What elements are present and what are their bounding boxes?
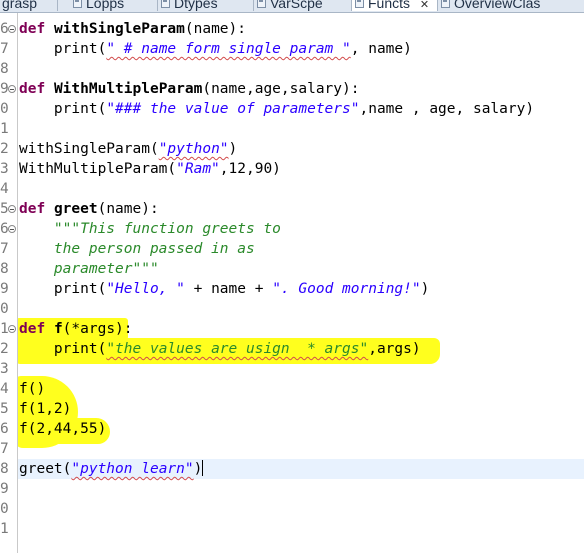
code-text: print( — [19, 101, 107, 117]
close-tab-icon[interactable]: ✕ — [420, 0, 429, 11]
python-file-icon — [161, 0, 170, 8]
code-line[interactable]: def WithMultipleParam(name,age,salary): — [19, 79, 359, 99]
line-number: 6 — [0, 421, 9, 437]
python-file-icon — [257, 0, 266, 8]
python-file-icon — [441, 0, 450, 8]
line-number: 7 — [0, 241, 9, 257]
docstring-line[interactable]: """This function greets to — [19, 219, 281, 239]
string-literal: "Hello, " — [106, 281, 185, 297]
code-text: ) — [420, 281, 430, 297]
code-text: print( — [19, 41, 107, 57]
string-literal: " # name form single param " — [106, 41, 351, 57]
tab-label: VarScpe — [270, 0, 323, 11]
string-literal: "python" — [158, 141, 229, 157]
function-name: f — [53, 321, 63, 337]
string-literal: "the values are usign * args" — [106, 341, 369, 357]
code-text: WithMultipleParam( — [19, 161, 177, 177]
function-name: withSingleParam — [53, 21, 185, 37]
tab-overviewclas[interactable]: OverviewClas — [438, 0, 584, 11]
tab-label: Dtypes — [174, 0, 218, 11]
code-line[interactable]: print(" # name form single param ", name… — [19, 39, 412, 59]
line-number: 5 — [0, 401, 9, 417]
code-text: (*args): — [62, 321, 133, 337]
code-line[interactable]: f() — [19, 379, 45, 399]
line-number: 2 — [0, 141, 9, 157]
code-line[interactable]: print("Hello, " + name + ". Good morning… — [19, 279, 429, 299]
editor-tab-bar: grasp Lopps Dtypes VarScpe Functs ✕ Over… — [0, 0, 584, 13]
fold-toggle-icon[interactable] — [8, 325, 16, 333]
string-literal: "### the value of parameters" — [106, 101, 360, 117]
fold-toggle-icon[interactable] — [8, 205, 16, 213]
tab-label: OverviewClas — [454, 0, 541, 11]
code-line[interactable]: def f(*args): — [19, 319, 133, 339]
tab-dtypes[interactable]: Dtypes — [158, 0, 254, 11]
tab-label: grasp — [2, 0, 38, 11]
code-text: ,args) — [368, 341, 421, 357]
line-number: 0 — [0, 101, 9, 117]
code-text: greet( — [19, 461, 72, 477]
line-number: 4 — [0, 381, 9, 397]
line-number: 3 — [0, 161, 9, 177]
line-number: 0 — [0, 301, 9, 317]
line-number: 2 — [0, 341, 9, 357]
line-number: 9 — [0, 281, 9, 297]
fold-toggle-icon[interactable] — [8, 25, 16, 33]
code-line[interactable]: WithMultipleParam("Ram",12,90) — [19, 159, 281, 179]
docstring-line[interactable]: parameter""" — [19, 259, 159, 279]
text-caret — [202, 460, 204, 476]
keyword: def — [19, 321, 46, 337]
code-line[interactable]: withSingleParam("python") — [19, 139, 237, 159]
code-text: print( — [19, 341, 107, 357]
fold-toggle-icon[interactable] — [8, 85, 16, 93]
code-line[interactable]: print("### the value of parameters",name… — [19, 99, 534, 119]
string-literal: "Ram" — [176, 161, 220, 177]
line-number: 1 — [0, 121, 9, 137]
code-text: ,name , age, salary) — [359, 101, 535, 117]
code-line[interactable]: greet("python learn") — [19, 459, 204, 479]
code-line[interactable]: def withSingleParam(name): — [19, 19, 246, 39]
string-literal: ". Good morning!" — [272, 281, 421, 297]
function-name: WithMultipleParam — [53, 81, 203, 97]
code-line[interactable]: f(2,44,55) — [19, 419, 106, 439]
tab-grasp[interactable]: grasp — [0, 0, 58, 11]
keyword: def — [19, 81, 46, 97]
line-number: 8 — [0, 461, 9, 477]
string-literal: "python learn" — [71, 461, 194, 477]
code-text: ) — [193, 461, 203, 477]
line-number: 7 — [0, 441, 9, 457]
python-file-icon — [355, 0, 364, 8]
python-file-icon — [73, 0, 82, 8]
line-number: 9 — [0, 481, 9, 497]
code-text: (name,age,salary): — [202, 81, 360, 97]
tab-label: Functs — [368, 0, 411, 11]
tab-lopps[interactable]: Lopps — [70, 0, 158, 11]
code-text: print( — [19, 281, 107, 297]
tab-varscpe[interactable]: VarScpe — [254, 0, 352, 11]
function-name: greet — [53, 201, 98, 217]
line-number: 4 — [0, 181, 9, 197]
code-text: ) — [228, 141, 238, 157]
tab-label: Lopps — [86, 0, 125, 11]
code-text: withSingleParam( — [19, 141, 159, 157]
line-number: 1 — [0, 521, 9, 537]
code-line[interactable]: def greet(name): — [19, 199, 159, 219]
code-text: (name): — [184, 21, 246, 37]
line-number: 7 — [0, 41, 9, 57]
line-number: 8 — [0, 61, 9, 77]
fold-toggle-icon[interactable] — [8, 225, 16, 233]
code-line[interactable]: print("the values are usign * args",args… — [19, 339, 421, 359]
line-number: 3 — [0, 361, 9, 377]
docstring-line[interactable]: the person passed in as — [19, 239, 255, 259]
keyword: def — [19, 21, 46, 37]
tab-functs[interactable]: Functs ✕ — [352, 0, 438, 11]
code-line[interactable]: f(1,2) — [19, 399, 71, 419]
code-text: + name + — [184, 281, 273, 297]
code-text: ,12,90) — [219, 161, 281, 177]
code-text: (name): — [97, 201, 159, 217]
line-number: 0 — [0, 501, 9, 517]
code-text: , name) — [350, 41, 412, 57]
line-number: 8 — [0, 261, 9, 277]
keyword: def — [19, 201, 46, 217]
